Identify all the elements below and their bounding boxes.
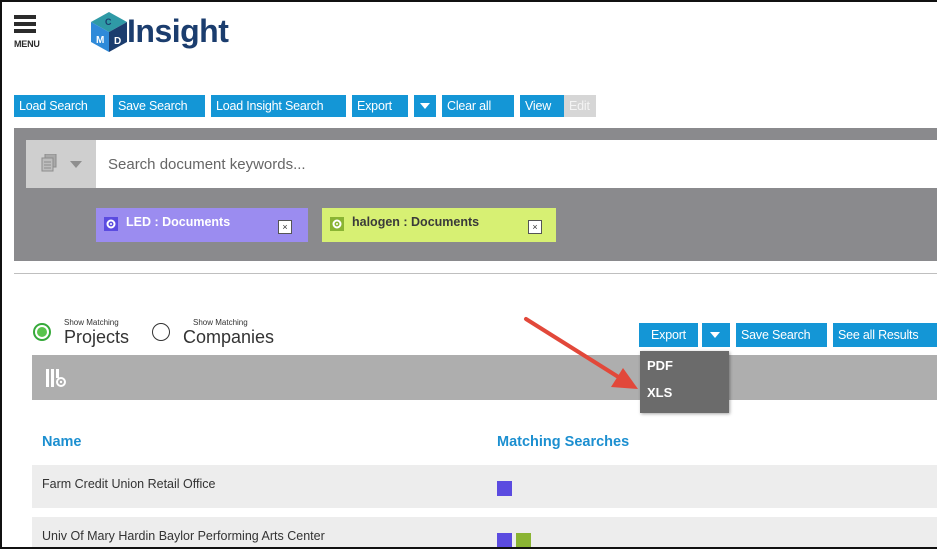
column-header-matching-searches[interactable]: Matching Searches — [497, 434, 629, 450]
chip-label: LED : Documents — [126, 215, 231, 229]
chip-close-icon[interactable]: × — [528, 220, 542, 234]
app-frame: MENU C M D Insight Load Search Save Sear… — [0, 0, 937, 549]
caret-down-icon — [420, 103, 430, 109]
radio-projects-caption: Show Matching — [64, 318, 119, 327]
match-swatch-led — [497, 481, 512, 496]
edit-button[interactable]: Edit — [564, 95, 596, 117]
document-type-selector[interactable] — [26, 140, 96, 188]
export-menu: PDF XLS — [640, 351, 729, 413]
chevron-down-icon — [70, 161, 82, 168]
match-swatch-halogen — [516, 533, 531, 547]
svg-text:C: C — [105, 17, 112, 27]
chip-close-icon[interactable]: × — [278, 220, 292, 234]
export-pdf-option[interactable]: PDF — [640, 355, 729, 377]
documents-icon — [41, 154, 57, 172]
svg-text:D: D — [114, 36, 121, 47]
hamburger-icon-bar — [14, 29, 36, 33]
table-row[interactable]: Univ Of Mary Hardin Baylor Performing Ar… — [32, 517, 937, 547]
table-row[interactable]: Farm Credit Union Retail Office — [32, 465, 937, 508]
load-search-button[interactable]: Load Search — [14, 95, 105, 117]
load-insight-search-button[interactable]: Load Insight Search — [211, 95, 346, 117]
column-header-name[interactable]: Name — [42, 434, 82, 450]
chip-label: halogen : Documents — [352, 215, 480, 229]
gear-icon[interactable] — [330, 217, 344, 231]
hamburger-icon-bar — [14, 22, 36, 26]
column-settings-icon — [46, 369, 66, 387]
results-export-button[interactable]: Export — [639, 323, 698, 347]
search-chip-led: LED : Documents × — [96, 208, 308, 242]
show-projects-radio[interactable] — [33, 323, 51, 341]
results-save-search-button[interactable]: Save Search — [736, 323, 827, 347]
logo-text: Insight — [127, 13, 229, 49]
export-button[interactable]: Export — [352, 95, 408, 117]
search-panel: LED : Documents × halogen : Documents × — [14, 128, 937, 261]
menu-button[interactable]: MENU — [14, 15, 40, 51]
caret-down-icon — [710, 332, 720, 338]
see-all-results-button[interactable]: See all Results — [833, 323, 937, 347]
view-button[interactable]: View — [520, 95, 564, 117]
section-divider — [14, 273, 937, 274]
clear-all-button[interactable]: Clear all — [442, 95, 514, 117]
search-row — [26, 140, 937, 188]
cmd-cube-logo-icon: C M D — [91, 12, 127, 52]
export-dropdown-button[interactable] — [414, 95, 436, 117]
save-search-button[interactable]: Save Search — [113, 95, 205, 117]
match-swatch-led — [497, 533, 512, 547]
results-toolbar — [32, 355, 937, 400]
svg-text:M: M — [96, 35, 104, 46]
results-export-dropdown-button[interactable] — [702, 323, 730, 347]
show-companies-radio[interactable] — [152, 323, 170, 341]
insight-logo: C M D Insight — [87, 10, 247, 54]
radio-projects-label: Projects — [64, 327, 130, 347]
radio-companies-caption: Show Matching — [193, 318, 248, 327]
hamburger-icon-bar — [14, 15, 36, 19]
project-name[interactable]: Farm Credit Union Retail Office — [42, 477, 215, 491]
search-chip-halogen: halogen : Documents × — [322, 208, 556, 242]
search-input[interactable] — [108, 140, 928, 188]
project-name[interactable]: Univ Of Mary Hardin Baylor Performing Ar… — [42, 529, 325, 543]
menu-label: MENU — [14, 39, 40, 49]
export-xls-option[interactable]: XLS — [640, 382, 729, 404]
gear-icon[interactable] — [104, 217, 118, 231]
radio-companies-label: Companies — [183, 327, 275, 347]
